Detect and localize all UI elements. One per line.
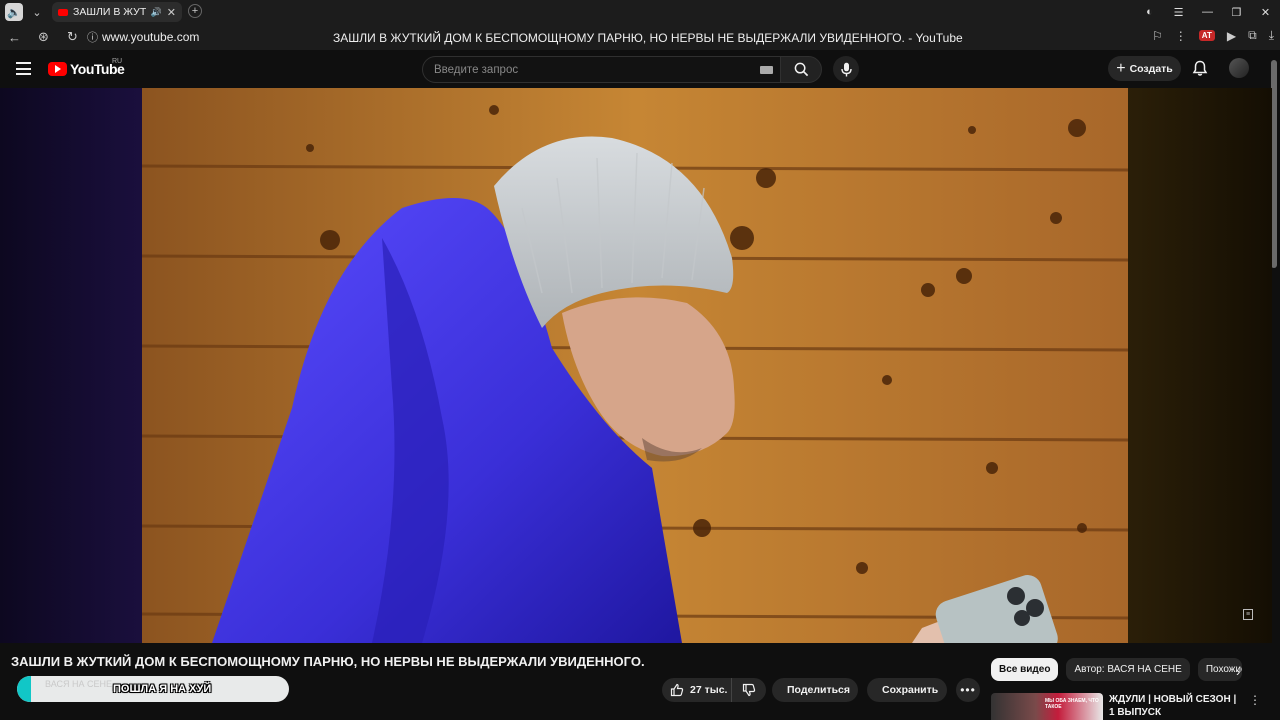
ambient-left — [0, 88, 142, 643]
more-vert-icon[interactable]: ⋮ — [1249, 693, 1261, 707]
video-frame[interactable] — [142, 88, 1128, 643]
notifications-button[interactable] — [1192, 60, 1208, 82]
channel-name[interactable]: ВАСЯ НА СЕНЕ — [45, 679, 112, 689]
avatar[interactable] — [1229, 58, 1249, 78]
thumbnail-text: МЫ ОБА ЗНАЕМ, ЧТО ТАКОЕ — [1045, 698, 1099, 710]
microphone-icon — [840, 62, 852, 76]
channel-avatar[interactable] — [17, 676, 31, 702]
minimize-icon[interactable]: — — [1193, 6, 1222, 18]
browser-tabstrip: 🔈 ⌄ ЗАШЛИ В ЖУТКИЙ 🔊 ✕ + ◐ ☰ — ❐ ✕ — [0, 0, 1280, 24]
tab-title: ЗАШЛИ В ЖУТКИЙ — [73, 6, 146, 18]
share-label: Поделиться — [787, 684, 851, 696]
plus-icon: + — [1116, 59, 1126, 77]
bell-icon — [1192, 60, 1208, 76]
url-text[interactable]: www.youtube.com — [102, 30, 199, 44]
save-button[interactable]: Сохранить — [867, 678, 947, 702]
address-page-title: ЗАШЛИ В ЖУТКИЙ ДОМ К БЕСПОМОЩНОМУ ПАРНЮ,… — [333, 31, 963, 45]
keyboard-icon[interactable] — [760, 66, 773, 74]
miniplayer-icon[interactable]: ≡ — [1243, 609, 1253, 620]
tab-audio-icon: 🔊 — [150, 6, 162, 17]
video-title: ЗАШЛИ В ЖУТКИЙ ДОМ К БЕСПОМОЩНОМУ ПАРНЮ,… — [11, 654, 645, 669]
youtube-favicon-icon — [58, 8, 68, 16]
youtube-header: YouTube RU + Создать — [0, 50, 1280, 88]
new-tab-button[interactable]: + — [188, 4, 202, 18]
share-button[interactable]: Поделиться — [772, 678, 858, 702]
youtube-play-icon — [48, 62, 67, 76]
media-icon[interactable]: ▶ — [1227, 29, 1236, 43]
thumbs-down-icon — [742, 683, 756, 697]
bookmark-icon[interactable]: ⚐ — [1152, 29, 1163, 43]
collections-icon[interactable]: ⧉ — [1248, 28, 1257, 43]
search-icon — [794, 62, 808, 77]
save-label: Сохранить — [882, 684, 939, 696]
ambient-right — [1128, 88, 1272, 643]
address-bar: ← ⊛ ↻ ⓘ www.youtube.com ЗАШЛИ В ЖУТКИЙ Д… — [0, 24, 1280, 50]
dislike-button[interactable] — [732, 678, 766, 702]
like-count: 27 тыс. — [690, 684, 728, 696]
channel-info[interactable]: ВАСЯ НА СЕНЕ ПОШЛА Я НА ХУЙ — [17, 676, 289, 702]
hamburger-menu-icon[interactable] — [16, 62, 31, 75]
search-button[interactable] — [780, 56, 822, 83]
thumbs-up-icon — [670, 683, 684, 697]
reload-icon[interactable]: ↻ — [58, 29, 87, 45]
shield-icon[interactable]: ⊛ — [29, 29, 58, 45]
site-info-icon[interactable]: ⓘ — [87, 29, 98, 45]
chip-author[interactable]: Автор: ВАСЯ НА СЕНЕ — [1066, 658, 1190, 681]
extension-badge[interactable]: AT — [1198, 30, 1215, 41]
close-tab-icon[interactable]: ✕ — [167, 6, 176, 19]
video-player[interactable]: ≡ — [0, 88, 1272, 643]
search-input[interactable] — [423, 57, 743, 82]
window-controls: ◐ ☰ — ❐ ✕ — [1135, 0, 1280, 24]
chip-all-videos[interactable]: Все видео — [991, 658, 1059, 681]
search-box — [422, 56, 784, 83]
create-button[interactable]: + Создать — [1108, 56, 1181, 81]
back-icon[interactable]: ← — [0, 30, 29, 45]
logo-region: RU — [112, 58, 123, 65]
like-dislike-group: 27 тыс. — [662, 678, 766, 702]
recommendation-thumbnail[interactable]: МЫ ОБА ЗНАЕМ, ЧТО ТАКОЕ — [991, 693, 1103, 720]
voice-search-button[interactable] — [833, 56, 859, 82]
browser-tab[interactable]: ЗАШЛИ В ЖУТКИЙ 🔊 ✕ — [52, 2, 182, 22]
chevron-down-icon[interactable]: ⌄ — [28, 3, 46, 21]
more-icon[interactable]: ⋮ — [1175, 29, 1187, 43]
chevron-right-icon[interactable]: › — [1236, 664, 1240, 679]
overlay-caption: ПОШЛА Я НА ХУЙ — [113, 683, 212, 695]
recommendation-title[interactable]: ЖДУЛИ | НОВЫЙ СЕЗОН | 1 ВЫПУСК — [1109, 693, 1237, 719]
speaker-icon[interactable]: 🔈 — [5, 3, 23, 21]
profile-icon[interactable]: ◐ — [1135, 6, 1164, 18]
close-window-icon[interactable]: ✕ — [1251, 6, 1280, 19]
menu-icon[interactable]: ☰ — [1164, 6, 1193, 19]
video-still-image — [142, 88, 1128, 643]
maximize-icon[interactable]: ❐ — [1222, 6, 1251, 19]
like-button[interactable]: 27 тыс. — [662, 678, 732, 702]
more-actions-button[interactable]: ••• — [956, 678, 980, 702]
download-icon[interactable]: ⤓ — [1269, 28, 1274, 43]
create-label: Создать — [1129, 62, 1173, 75]
related-chips: Все видео Автор: ВАСЯ НА СЕНЕ Похожие — [991, 658, 1242, 682]
